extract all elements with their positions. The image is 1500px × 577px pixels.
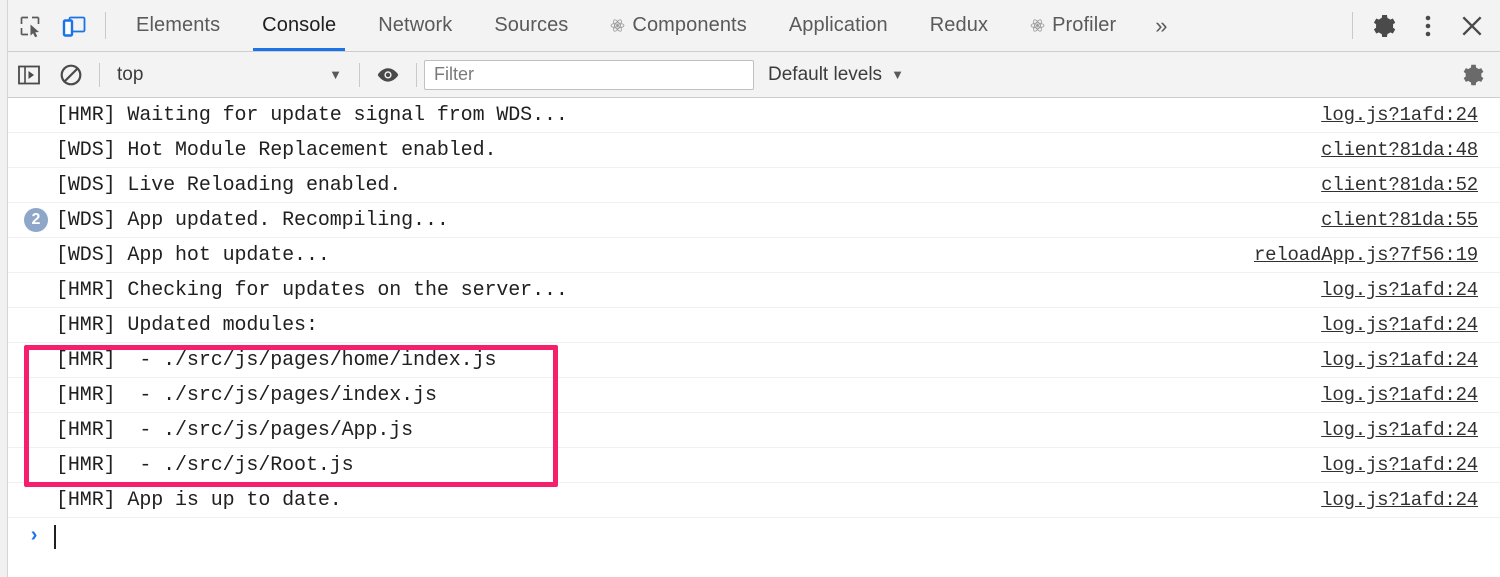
window-left-edge — [0, 0, 8, 577]
tab-label: Application — [789, 14, 888, 37]
inspect-element-button[interactable] — [8, 0, 52, 51]
console-source-link[interactable]: log.js?1afd:24 — [1321, 279, 1478, 301]
tab-network[interactable]: Network — [357, 0, 473, 51]
execution-context-select[interactable]: top ▼ — [107, 60, 352, 90]
clear-console-icon — [59, 63, 83, 87]
tab-label: Components — [632, 14, 746, 37]
filterbar-actions — [1452, 52, 1500, 98]
kebab-menu-icon — [1418, 13, 1438, 39]
console-message-row[interactable]: [WDS] App hot update... reloadApp.js?7f5… — [8, 238, 1500, 273]
console-prompt[interactable]: › — [8, 518, 1500, 556]
device-toolbar-button[interactable] — [52, 0, 96, 51]
console-message-row[interactable]: [HMR] - ./src/js/pages/home/index.js log… — [8, 343, 1500, 378]
tab-label: Network — [378, 14, 452, 37]
console-source-link[interactable]: log.js?1afd:24 — [1321, 104, 1478, 126]
console-message-text: [HMR] - ./src/js/pages/home/index.js — [56, 349, 496, 372]
console-settings-button[interactable] — [1452, 52, 1494, 98]
execution-context-value: top — [117, 64, 329, 86]
tab-label: Profiler — [1052, 14, 1116, 37]
log-levels-label: Default levels — [768, 64, 882, 86]
console-message-list[interactable]: [HMR] Waiting for update signal from WDS… — [0, 98, 1500, 577]
tab-label: Sources — [494, 14, 568, 37]
chevron-double-right-icon: » — [1155, 13, 1167, 39]
console-message-row[interactable]: [HMR] - ./src/js/pages/App.js log.js?1af… — [8, 413, 1500, 448]
filterbar-divider-1 — [99, 63, 100, 87]
console-source-link[interactable]: log.js?1afd:24 — [1321, 384, 1478, 406]
tab-profiler[interactable]: Profiler — [1009, 0, 1137, 51]
tab-label: Console — [262, 14, 336, 37]
console-source-link[interactable]: log.js?1afd:24 — [1321, 454, 1478, 476]
tab-console[interactable]: Console — [241, 0, 357, 51]
console-message-row[interactable]: [HMR] App is up to date. log.js?1afd:24 — [8, 483, 1500, 518]
console-message-row[interactable]: [HMR] Checking for updates on the server… — [8, 273, 1500, 308]
tab-label: Redux — [930, 14, 988, 37]
prompt-chevron-icon: › — [28, 525, 40, 548]
console-message-text: [HMR] - ./src/js/pages/App.js — [56, 419, 413, 442]
console-message-row[interactable]: [WDS] Hot Module Replacement enabled. cl… — [8, 133, 1500, 168]
device-toolbar-icon — [61, 14, 87, 38]
text-cursor — [54, 525, 56, 549]
devtools-more-options-button[interactable] — [1406, 0, 1450, 51]
console-sidebar-toggle[interactable] — [8, 52, 50, 98]
tab-redux[interactable]: Redux — [909, 0, 1009, 51]
console-message-row[interactable]: [HMR] Updated modules: log.js?1afd:24 — [8, 308, 1500, 343]
close-icon — [1459, 13, 1485, 39]
tabbar-actions — [1343, 0, 1500, 51]
tab-components[interactable]: Components — [589, 0, 767, 51]
console-message-row[interactable]: [HMR] Waiting for update signal from WDS… — [8, 98, 1500, 133]
gear-icon — [1371, 13, 1397, 39]
console-message-text: [HMR] Checking for updates on the server… — [56, 279, 568, 302]
live-expression-eye-icon — [375, 65, 401, 85]
devtools-window: Elements Console Network Sources — [0, 0, 1500, 577]
console-message-text: [HMR] Updated modules: — [56, 314, 318, 337]
tab-sources[interactable]: Sources — [473, 0, 589, 51]
devtools-tab-list: Elements Console Network Sources — [115, 0, 1343, 51]
chevron-down-icon: ▼ — [329, 67, 342, 82]
console-source-link[interactable]: log.js?1afd:24 — [1321, 314, 1478, 336]
filterbar-divider-2 — [359, 63, 360, 87]
console-message-text: [HMR] - ./src/js/pages/index.js — [56, 384, 437, 407]
console-filter-input[interactable] — [424, 60, 754, 90]
filterbar-divider-3 — [416, 63, 417, 87]
console-message-text: [WDS] App hot update... — [56, 244, 330, 267]
console-message-text: [HMR] Waiting for update signal from WDS… — [56, 104, 568, 127]
gear-icon — [1461, 63, 1485, 87]
log-levels-select[interactable]: Default levels ▼ — [768, 64, 904, 86]
chevron-down-icon: ▼ — [891, 67, 904, 82]
inspect-element-icon — [18, 14, 42, 38]
console-message-row[interactable]: [HMR] - ./src/js/Root.js log.js?1afd:24 — [8, 448, 1500, 483]
clear-console-button[interactable] — [50, 52, 92, 98]
more-tabs-button[interactable]: » — [1137, 0, 1185, 51]
console-message-text: [WDS] App updated. Recompiling... — [56, 209, 449, 232]
console-filterbar: top ▼ Default levels ▼ — [0, 52, 1500, 98]
react-atom-icon — [610, 18, 625, 33]
console-message-text: [HMR] - ./src/js/Root.js — [56, 454, 354, 477]
repeat-count-badge: 2 — [24, 208, 48, 232]
console-source-link[interactable]: log.js?1afd:24 — [1321, 489, 1478, 511]
tabbar-divider-right — [1352, 12, 1353, 39]
console-source-link[interactable]: client?81da:55 — [1321, 209, 1478, 231]
tabbar-divider-left — [105, 12, 106, 39]
console-source-link[interactable]: log.js?1afd:24 — [1321, 349, 1478, 371]
console-message-row[interactable]: [HMR] - ./src/js/pages/index.js log.js?1… — [8, 378, 1500, 413]
console-message-text: [HMR] App is up to date. — [56, 489, 342, 512]
devtools-settings-button[interactable] — [1362, 0, 1406, 51]
tab-label: Elements — [136, 14, 220, 37]
console-source-link[interactable]: client?81da:48 — [1321, 139, 1478, 161]
devtools-tabbar: Elements Console Network Sources — [0, 0, 1500, 52]
live-expression-button[interactable] — [367, 52, 409, 98]
console-sidebar-icon — [17, 64, 41, 86]
console-message-row[interactable]: 2 [WDS] App updated. Recompiling... clie… — [8, 203, 1500, 238]
console-source-link[interactable]: log.js?1afd:24 — [1321, 419, 1478, 441]
tab-elements[interactable]: Elements — [115, 0, 241, 51]
console-source-link[interactable]: client?81da:52 — [1321, 174, 1478, 196]
console-message-row[interactable]: [WDS] Live Reloading enabled. client?81d… — [8, 168, 1500, 203]
react-atom-icon — [1030, 18, 1045, 33]
tab-application[interactable]: Application — [768, 0, 909, 51]
console-message-text: [WDS] Live Reloading enabled. — [56, 174, 401, 197]
close-devtools-button[interactable] — [1450, 0, 1494, 51]
console-message-text: [WDS] Hot Module Replacement enabled. — [56, 139, 496, 162]
console-source-link[interactable]: reloadApp.js?7f56:19 — [1254, 244, 1478, 266]
